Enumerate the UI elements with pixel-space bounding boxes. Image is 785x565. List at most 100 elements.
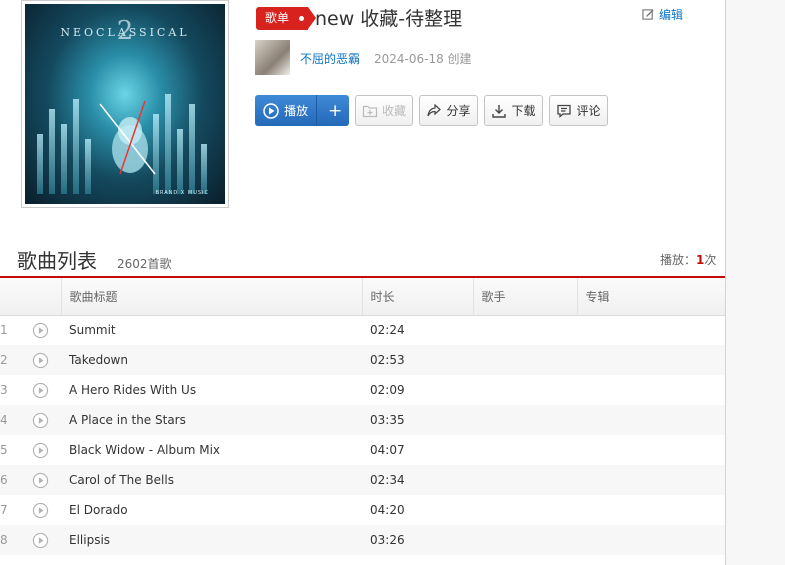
cello-icon	[99, 100, 156, 175]
play-circle-icon[interactable]	[32, 382, 49, 399]
track-album	[577, 375, 725, 405]
playlist-tag: 歌单	[256, 7, 316, 30]
right-sidebar	[725, 0, 785, 565]
track-index: 1	[0, 323, 8, 338]
play-circle-icon[interactable]	[32, 532, 49, 549]
download-button[interactable]: 下载	[484, 95, 543, 126]
track-album	[577, 315, 725, 345]
play-circle-icon[interactable]	[32, 412, 49, 429]
track-artist	[473, 315, 577, 345]
index-column-header	[0, 278, 28, 316]
cover-image: 2 NEOCLASSICAL BRAND X MUSIC	[25, 4, 225, 204]
share-label: 分享	[446, 104, 471, 118]
table-row[interactable]: 2 Takedown 02:53	[0, 345, 725, 375]
creator-avatar[interactable]	[255, 40, 290, 75]
play-button[interactable]: 播放	[255, 95, 318, 126]
download-label: 下载	[511, 104, 536, 118]
track-duration: 02:53	[362, 345, 473, 375]
tag-dot-icon	[299, 16, 304, 21]
table-row[interactable]: 4 A Place in the Stars 03:35	[0, 405, 725, 435]
play-count-prefix: 播放：	[660, 253, 697, 267]
edit-icon	[642, 9, 654, 20]
main-content: 2 NEOCLASSICAL BRAND X MUSIC 歌单 new 收藏-待…	[0, 0, 725, 565]
track-title[interactable]: Carol of The Bells	[61, 465, 362, 495]
table-row[interactable]: 6 Carol of The Bells 02:34	[0, 465, 725, 495]
track-duration: 02:24	[370, 323, 405, 338]
edit-label: 编辑	[659, 8, 684, 22]
track-title[interactable]: Black Widow - Album Mix	[61, 435, 362, 465]
track-table-body: 1 Summit 02:24 2 Takedown 02:53 3 A Hero Rides …	[0, 315, 725, 555]
add-to-queue-button[interactable]: +	[321, 95, 349, 126]
share-button[interactable]: 分享	[419, 95, 478, 126]
comment-icon	[557, 104, 572, 118]
track-artist	[473, 435, 577, 465]
track-title[interactable]: A Hero Rides With Us	[61, 375, 362, 405]
track-index: 4	[0, 405, 28, 435]
play-count: 播放：1次	[660, 251, 716, 268]
track-play-cell	[28, 465, 61, 495]
track-artist	[473, 525, 577, 555]
track-duration: 03:26	[362, 525, 473, 555]
comment-button[interactable]: 评论	[549, 95, 608, 126]
track-album	[577, 405, 725, 435]
playlist-cover: 2 NEOCLASSICAL BRAND X MUSIC	[21, 0, 229, 208]
table-row[interactable]: 7 El Dorado 04:20	[0, 495, 725, 525]
track-duration: 04:07	[370, 443, 405, 457]
track-album	[577, 525, 725, 555]
track-title[interactable]: Summit	[61, 315, 362, 345]
track-index: 3	[0, 383, 8, 397]
duration-column-header: 时长	[361, 278, 473, 316]
track-list-heading: 歌曲列表	[17, 249, 97, 273]
track-album	[577, 495, 725, 525]
track-artist	[473, 375, 577, 405]
track-album	[577, 465, 725, 495]
play-button-group: 播放 +	[255, 95, 349, 126]
play-circle-icon[interactable]	[32, 442, 49, 459]
track-title[interactable]: Ellipsis	[61, 525, 362, 555]
cover-title: NEOCLASSICAL	[60, 26, 190, 39]
track-album	[577, 435, 725, 465]
track-play-cell	[28, 345, 61, 375]
track-title[interactable]: El Dorado	[61, 495, 362, 525]
play-count-suffix: 次	[704, 253, 717, 267]
table-row[interactable]: 3 A Hero Rides With Us 02:09	[0, 375, 725, 405]
folder-plus-icon	[362, 105, 378, 117]
title-column-header: 歌曲标题	[60, 278, 362, 316]
table-row[interactable]: 5 Black Widow - Album Mix 04:07	[0, 435, 725, 465]
track-play-cell	[28, 375, 61, 405]
track-title[interactable]: Takedown	[61, 345, 362, 375]
track-play-cell	[28, 525, 61, 555]
track-artist	[473, 495, 577, 525]
collect-button[interactable]: 收藏	[355, 95, 413, 126]
track-play-cell	[28, 405, 61, 435]
play-circle-icon[interactable]	[32, 322, 49, 339]
play-column-header	[28, 278, 61, 316]
track-play-cell	[28, 315, 61, 345]
playlist-tag-label: 歌单	[265, 11, 290, 25]
creator-name-link[interactable]: 不屈的恶霸	[300, 50, 360, 67]
share-icon	[427, 103, 442, 116]
play-circle-icon	[263, 102, 279, 119]
track-index: 6	[0, 465, 28, 495]
cover-label: BRAND X MUSIC	[155, 190, 209, 196]
play-circle-icon[interactable]	[32, 502, 49, 519]
track-duration: 02:34	[362, 465, 473, 495]
track-title[interactable]: A Place in the Stars	[61, 405, 362, 435]
table-row[interactable]: 1 Summit 02:24	[0, 315, 725, 345]
download-icon	[492, 104, 507, 118]
track-index: 5	[0, 443, 8, 457]
track-duration: 02:09	[370, 383, 405, 397]
track-artist	[473, 345, 577, 375]
track-duration: 04:20	[370, 503, 405, 517]
play-circle-icon[interactable]	[32, 352, 49, 369]
edit-link[interactable]: 编辑	[642, 6, 683, 23]
play-circle-icon[interactable]	[32, 472, 49, 489]
album-column-header: 专辑	[576, 278, 725, 316]
track-artist	[473, 465, 577, 495]
playlist-title: new 收藏-待整理	[315, 8, 463, 30]
table-row[interactable]: 8 Ellipsis 03:26	[0, 525, 725, 555]
playlist-page: 2 NEOCLASSICAL BRAND X MUSIC 歌单 new 收藏-待…	[0, 0, 785, 565]
play-label: 播放	[284, 104, 309, 118]
track-duration: 03:35	[362, 405, 473, 435]
artist-column-header: 歌手	[472, 278, 577, 316]
